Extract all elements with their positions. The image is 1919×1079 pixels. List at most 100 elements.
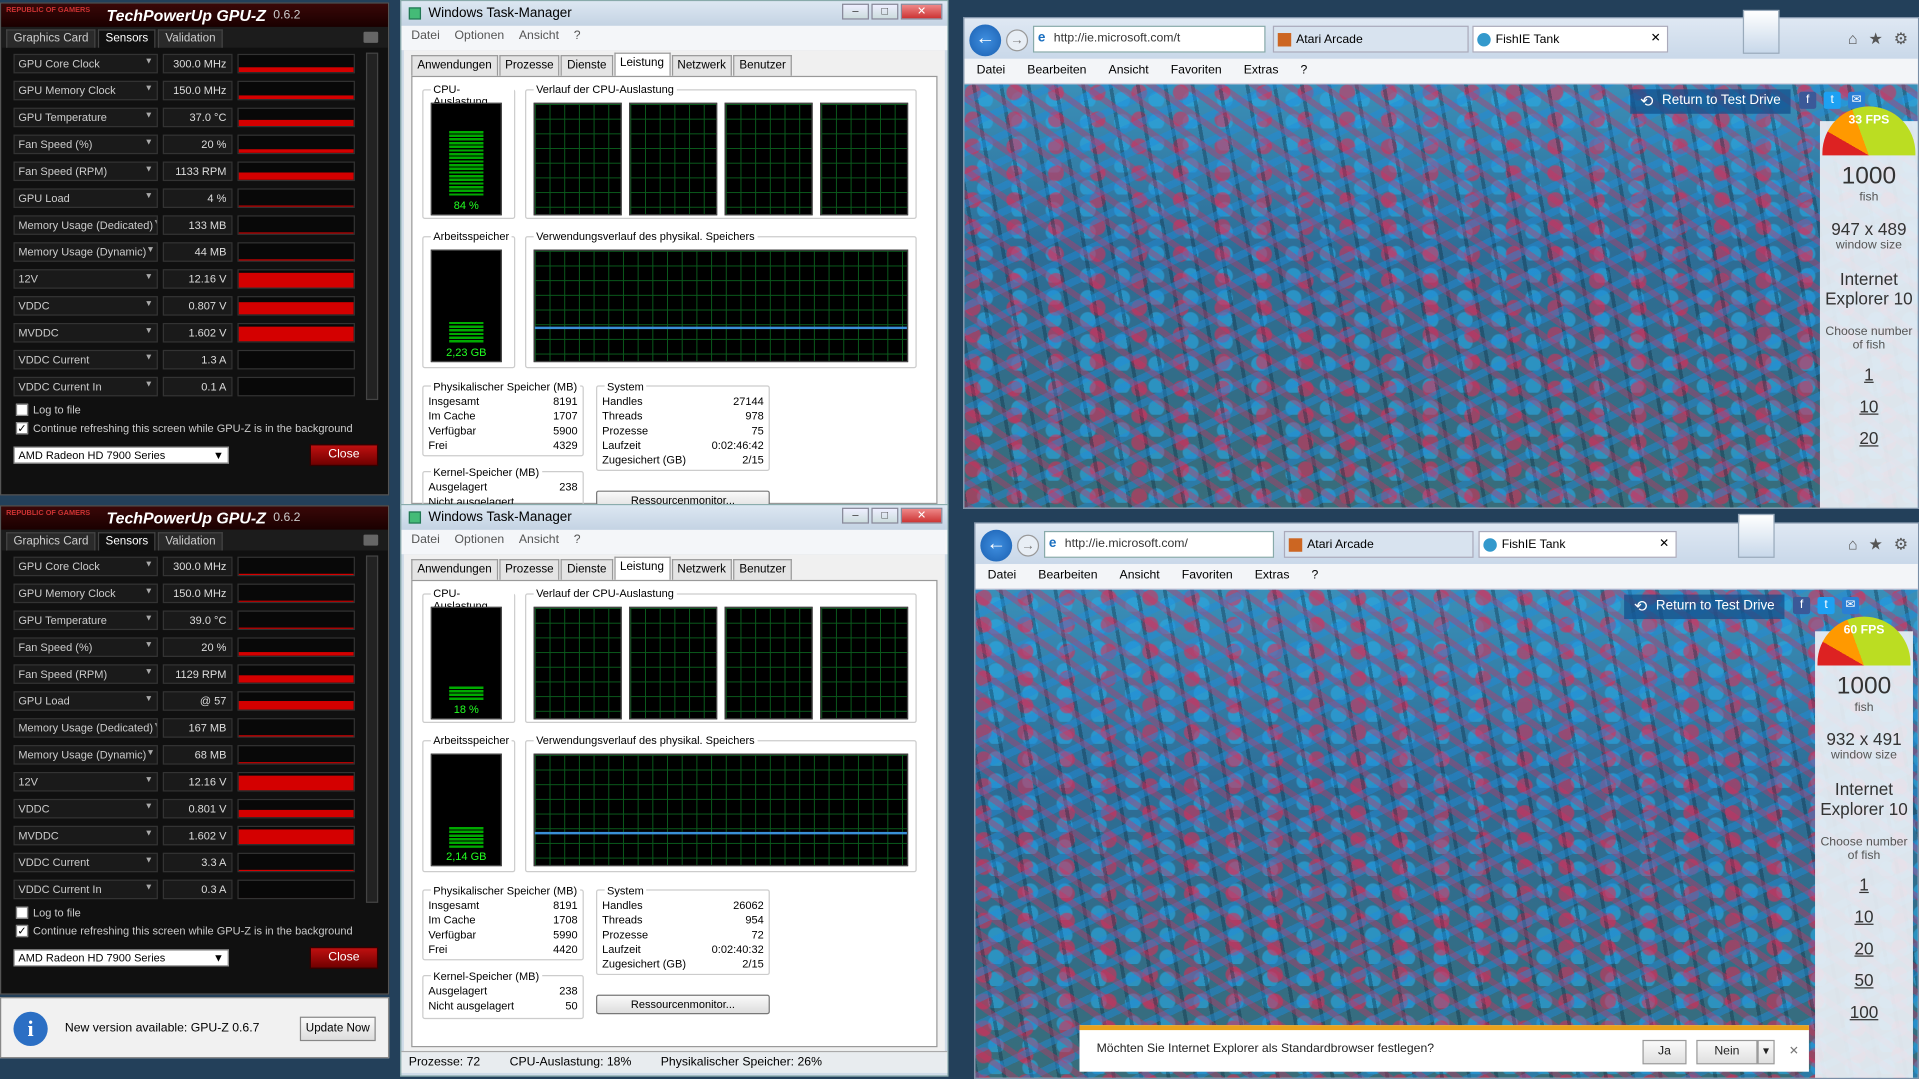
return-to-test-drive-link[interactable]: Return to Test Drive bbox=[1630, 89, 1791, 114]
sensor-select[interactable]: VDDC Current In ▼ bbox=[13, 879, 158, 900]
tab-netzwerk[interactable]: Netzwerk bbox=[671, 559, 733, 580]
fish-count-link[interactable]: 20 bbox=[1815, 938, 1913, 958]
tab-validation[interactable]: Validation bbox=[158, 532, 223, 551]
sensor-select[interactable]: Memory Usage (Dynamic) ▼ bbox=[13, 745, 158, 765]
resource-monitor-button[interactable]: Ressourcenmonitor... bbox=[596, 994, 770, 1015]
minimize-icon[interactable]: – bbox=[842, 3, 869, 20]
back-arrow-icon[interactable]: ← bbox=[969, 24, 1002, 57]
sensor-select[interactable]: Memory Usage (Dedicated)▼ bbox=[13, 718, 158, 738]
home-icon[interactable]: ⌂ bbox=[1848, 535, 1858, 555]
star-icon[interactable]: ★ bbox=[1869, 535, 1883, 555]
menu-bearbeiten[interactable]: Bearbeiten bbox=[1038, 569, 1097, 584]
facebook-icon[interactable]: f bbox=[1799, 91, 1817, 109]
fish-tank-canvas[interactable]: Return to Test Drive ft✉ 33 FPS1000fish9… bbox=[964, 84, 1918, 508]
sensor-select[interactable]: GPU Temperature ▼ bbox=[13, 107, 158, 128]
forward-arrow-icon[interactable]: → bbox=[1006, 29, 1029, 52]
sensor-select[interactable]: VDDC ▼ bbox=[13, 798, 158, 819]
star-icon[interactable]: ★ bbox=[1869, 29, 1883, 49]
tab-atari-arcade[interactable]: Atari Arcade bbox=[1283, 530, 1474, 558]
sensor-select[interactable]: VDDC ▼ bbox=[13, 296, 158, 316]
menu-optionen[interactable]: Optionen bbox=[455, 533, 505, 550]
maximize-icon[interactable]: □ bbox=[871, 507, 899, 524]
taskmgr-titlebar[interactable]: Windows Task-Manager – □ ✕ bbox=[401, 1, 948, 26]
log-to-file-checkbox[interactable]: Log to file bbox=[1, 903, 388, 921]
menu-datei[interactable]: Datei bbox=[977, 64, 1006, 79]
menu-ansicht[interactable]: Ansicht bbox=[1109, 64, 1149, 79]
tab-sensors[interactable]: Sensors bbox=[98, 532, 156, 551]
sensor-select[interactable]: 12V ▼ bbox=[13, 269, 158, 289]
sensor-select[interactable]: Fan Speed (%) ▼ bbox=[13, 134, 158, 155]
update-now-button[interactable]: Update Now bbox=[299, 1016, 376, 1042]
menu-extras[interactable]: Extras bbox=[1244, 64, 1279, 79]
no-button[interactable]: Nein bbox=[1696, 1039, 1758, 1065]
menu-datei[interactable]: Datei bbox=[411, 533, 440, 550]
sensor-select[interactable]: MVDDC ▼ bbox=[13, 825, 158, 846]
no-dropdown-icon[interactable]: ▾ bbox=[1757, 1039, 1775, 1065]
fish-tank-canvas[interactable]: Return to Test Drive ft✉ 60 FPS1000fish9… bbox=[975, 589, 1918, 1078]
menu-favoriten[interactable]: Favoriten bbox=[1182, 569, 1233, 584]
log-to-file-checkbox[interactable]: Log to file bbox=[1, 400, 388, 418]
close-button[interactable]: Close bbox=[309, 444, 379, 467]
sensor-select[interactable]: Fan Speed (RPM) ▼ bbox=[13, 664, 158, 684]
fish-count-link[interactable]: 1 bbox=[1815, 875, 1913, 895]
address-bar[interactable]: http://ie.microsoft.com/ bbox=[1043, 530, 1275, 558]
scrollbar[interactable] bbox=[365, 52, 379, 401]
tab-sensors[interactable]: Sensors bbox=[98, 29, 156, 48]
fish-count-link[interactable]: 10 bbox=[1820, 396, 1918, 416]
sensor-select[interactable]: GPU Memory Clock ▼ bbox=[13, 80, 158, 101]
tab-leistung[interactable]: Leistung bbox=[613, 52, 671, 76]
sensor-select[interactable]: 12V ▼ bbox=[13, 771, 158, 792]
tab-atari-arcade[interactable]: Atari Arcade bbox=[1272, 25, 1469, 53]
tab-anwendungen[interactable]: Anwendungen bbox=[411, 55, 498, 76]
close-button[interactable]: Close bbox=[309, 946, 379, 969]
tab-benutzer[interactable]: Benutzer bbox=[733, 55, 793, 76]
fish-count-link[interactable]: 1 bbox=[1820, 365, 1918, 385]
sensor-select[interactable]: GPU Core Clock ▼ bbox=[13, 53, 158, 74]
minimize-icon[interactable]: – bbox=[842, 507, 869, 524]
tab-validation[interactable]: Validation bbox=[158, 29, 223, 48]
yes-button[interactable]: Ja bbox=[1642, 1039, 1687, 1065]
menu-datei[interactable]: Datei bbox=[411, 29, 440, 46]
tab-dienste[interactable]: Dienste bbox=[560, 559, 613, 580]
tab-graphics-card[interactable]: Graphics Card bbox=[6, 532, 96, 551]
menu-datei[interactable]: Datei bbox=[988, 569, 1017, 584]
menu-optionen[interactable]: Optionen bbox=[455, 29, 505, 46]
home-icon[interactable]: ⌂ bbox=[1848, 29, 1858, 49]
camera-icon[interactable] bbox=[363, 31, 379, 43]
mail-icon[interactable]: ✉ bbox=[1841, 597, 1860, 615]
continue-refresh-checkbox[interactable]: ✓ Continue refreshing this screen while G… bbox=[1, 418, 388, 436]
close-icon[interactable]: ✕ bbox=[900, 3, 943, 20]
desktop-file-icon[interactable] bbox=[1737, 513, 1775, 558]
gpuz-titlebar[interactable]: REPUBLIC OF GAMERS TechPowerUp GPU-Z 0.6… bbox=[1, 3, 388, 27]
menu-ansicht[interactable]: Ansicht bbox=[519, 29, 559, 46]
gpuz-titlebar[interactable]: REPUBLIC OF GAMERS TechPowerUp GPU-Z 0.6… bbox=[1, 506, 388, 530]
tab-fishie-tank[interactable]: FishIE Tank ✕ bbox=[1478, 530, 1677, 558]
maximize-icon[interactable]: □ bbox=[871, 3, 899, 20]
menu-ansicht[interactable]: Ansicht bbox=[519, 533, 559, 550]
desktop-file-icon[interactable] bbox=[1742, 9, 1780, 54]
tab-prozesse[interactable]: Prozesse bbox=[499, 559, 560, 580]
close-icon[interactable]: ✕ bbox=[900, 507, 943, 524]
fish-count-link[interactable]: 20 bbox=[1820, 428, 1918, 448]
menu-help[interactable]: ? bbox=[1311, 569, 1318, 584]
close-icon[interactable]: ✕ bbox=[1789, 1045, 1799, 1058]
menu-bearbeiten[interactable]: Bearbeiten bbox=[1027, 64, 1086, 79]
continue-refresh-checkbox[interactable]: ✓ Continue refreshing this screen while G… bbox=[1, 921, 388, 939]
tab-benutzer[interactable]: Benutzer bbox=[733, 559, 793, 580]
camera-icon[interactable] bbox=[363, 534, 379, 546]
sensor-select[interactable]: Fan Speed (RPM) ▼ bbox=[13, 161, 158, 182]
tab-anwendungen[interactable]: Anwendungen bbox=[411, 559, 498, 580]
fish-count-link[interactable]: 100 bbox=[1815, 1002, 1913, 1022]
facebook-icon[interactable]: f bbox=[1793, 597, 1811, 615]
menu-help[interactable]: ? bbox=[574, 533, 581, 550]
sensor-select[interactable]: GPU Temperature ▼ bbox=[13, 610, 158, 631]
gear-icon[interactable]: ⚙ bbox=[1894, 535, 1908, 555]
fish-count-link[interactable]: 50 bbox=[1815, 970, 1913, 990]
twitter-icon[interactable]: t bbox=[1817, 597, 1835, 615]
taskmgr-titlebar[interactable]: Windows Task-Manager – □ ✕ bbox=[401, 505, 948, 530]
twitter-icon[interactable]: t bbox=[1823, 91, 1841, 109]
menu-extras[interactable]: Extras bbox=[1255, 569, 1290, 584]
return-to-test-drive-link[interactable]: Return to Test Drive bbox=[1624, 594, 1785, 620]
tab-netzwerk[interactable]: Netzwerk bbox=[671, 55, 733, 76]
tab-dienste[interactable]: Dienste bbox=[560, 55, 613, 76]
